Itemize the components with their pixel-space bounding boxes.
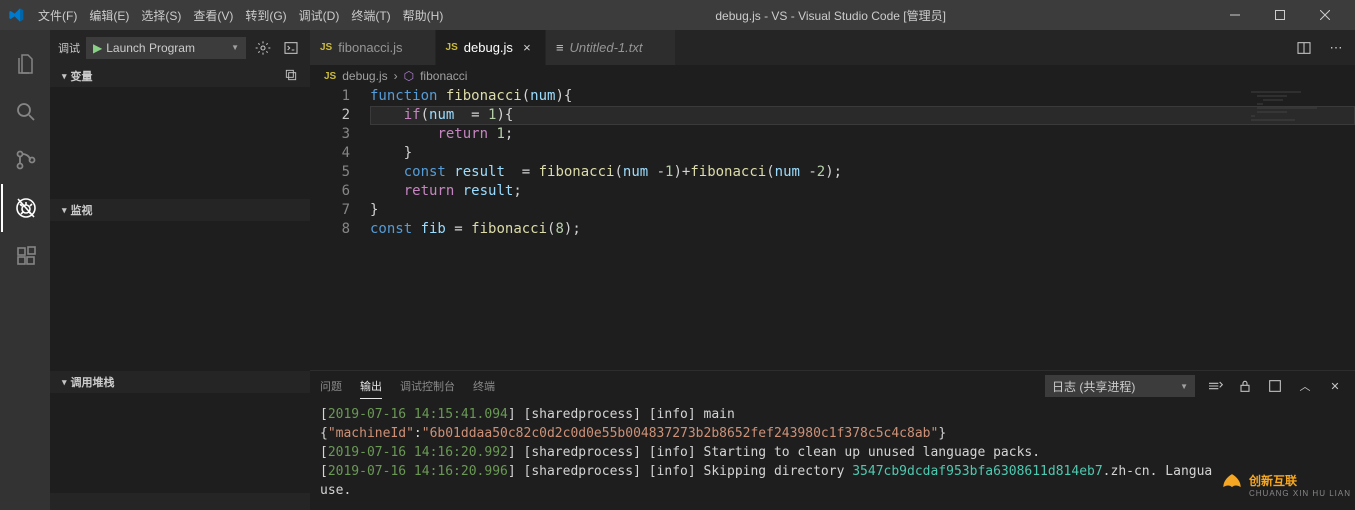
debug-toolbar: 调试 ▶ Launch Program <box>50 30 310 65</box>
code-line[interactable]: const result = fibonacci(num -1)+fibonac… <box>370 163 1355 182</box>
watch-section-header[interactable]: 监视 <box>50 199 310 221</box>
panel-tab[interactable]: 调试控制台 <box>400 374 455 399</box>
editor-tab[interactable]: JS debug.js × <box>436 30 546 65</box>
line-number[interactable]: 1 <box>310 87 350 106</box>
line-number[interactable]: 2 <box>310 106 350 125</box>
code-line[interactable]: if(num = 1){ <box>370 106 1355 125</box>
window-maximize-button[interactable] <box>1257 0 1302 30</box>
more-actions-icon[interactable]: ⋯ <box>1325 37 1347 59</box>
panel-tab[interactable]: 问题 <box>320 374 342 399</box>
output-line: {"machineId":"6b01ddaa50c82c0d2c0d0e55b0… <box>320 424 1345 443</box>
callstack-label: 调用堆栈 <box>71 374 115 390</box>
menu-item[interactable]: 文件(F) <box>32 9 83 23</box>
lock-scroll-icon[interactable] <box>1235 376 1255 396</box>
watch-body <box>50 221 310 371</box>
activity-bar <box>0 30 50 510</box>
menu-item[interactable]: 调试(D) <box>293 9 346 23</box>
breadcrumb-symbol: fibonacci <box>420 69 467 83</box>
close-tab-icon[interactable]: × <box>519 40 535 55</box>
js-file-icon: JS <box>320 42 332 53</box>
line-number[interactable]: 8 <box>310 220 350 239</box>
open-file-icon[interactable] <box>1265 376 1285 396</box>
activity-source-control-icon[interactable] <box>1 136 49 184</box>
callstack-section-header[interactable]: 调用堆栈 <box>50 371 310 393</box>
line-number[interactable]: 4 <box>310 144 350 163</box>
activity-debug-icon[interactable] <box>1 184 49 232</box>
editor-area: JS fibonacci.js ×JS debug.js × ≡ Untitled-1.tx… <box>310 30 1355 510</box>
line-number[interactable]: 5 <box>310 163 350 182</box>
editor-tabs: JS fibonacci.js ×JS debug.js × ≡ Untitled-1.tx… <box>310 30 1355 65</box>
chevron-up-icon[interactable]: ︿ <box>1295 376 1315 396</box>
window-minimize-button[interactable] <box>1212 0 1257 30</box>
line-number[interactable]: 7 <box>310 201 350 220</box>
variables-label: 变量 <box>71 68 93 84</box>
code-line[interactable]: return result; <box>370 182 1355 201</box>
bottom-panel: 问题输出调试控制台终端 日志 (共享进程) ︿ ✕ [2019-07-16 14… <box>310 370 1355 510</box>
debug-settings-icon[interactable] <box>252 37 274 59</box>
menu-item[interactable]: 编辑(E) <box>83 9 135 23</box>
breadcrumb-file: debug.js <box>342 69 387 83</box>
output-line: [2019-07-16 14:16:20.996] [sharedprocess… <box>320 462 1345 481</box>
breadcrumb-sep: › <box>394 69 398 83</box>
debug-label: 调试 <box>58 40 80 56</box>
code-line[interactable]: const fib = fibonacci(8); <box>370 220 1355 239</box>
js-file-icon: JS <box>446 42 458 53</box>
output-line: use. <box>320 481 1345 500</box>
close-panel-icon[interactable]: ✕ <box>1325 376 1345 396</box>
breadcrumb[interactable]: JS debug.js › ⬡ fibonacci <box>310 65 1355 87</box>
menu-item[interactable]: 查看(V) <box>187 9 239 23</box>
menu-item[interactable]: 帮助(H) <box>397 9 450 23</box>
code-line[interactable]: function fibonacci(num){ <box>370 87 1355 106</box>
tab-label: fibonacci.js <box>338 40 402 55</box>
editor-tab[interactable]: ≡Untitled-1.txt× <box>546 30 676 65</box>
code-line[interactable]: } <box>370 144 1355 163</box>
callstack-body <box>50 393 310 493</box>
title-bar: 文件(F)编辑(E)选择(S)查看(V)转到(G)调试(D)终端(T)帮助(H)… <box>0 0 1355 30</box>
menu-item[interactable]: 转到(G) <box>239 9 292 23</box>
panel-tab[interactable]: 输出 <box>360 374 382 399</box>
watch-label: 监视 <box>71 202 93 218</box>
activity-search-icon[interactable] <box>1 88 49 136</box>
menu-item[interactable]: 终端(T) <box>345 9 396 23</box>
line-number[interactable]: 6 <box>310 182 350 201</box>
window-close-button[interactable] <box>1302 0 1347 30</box>
window-title: debug.js - VS - Visual Studio Code [管理员] <box>449 7 1212 24</box>
tab-label: Untitled-1.txt <box>570 40 643 55</box>
start-debug-icon: ▶ <box>93 41 102 55</box>
debug-console-icon[interactable] <box>280 37 302 59</box>
split-editor-icon[interactable] <box>1293 37 1315 59</box>
launch-config-dropdown[interactable]: ▶ Launch Program <box>86 37 246 59</box>
vscode-icon <box>8 7 24 23</box>
code-line[interactable]: } <box>370 201 1355 220</box>
debug-sidebar: 调试 ▶ Launch Program 变量 监视 调用堆栈 <box>50 30 310 510</box>
activity-explorer-icon[interactable] <box>1 40 49 88</box>
clear-output-icon[interactable] <box>1205 376 1225 396</box>
output-channel-dropdown[interactable]: 日志 (共享进程) <box>1045 375 1195 397</box>
line-number[interactable]: 3 <box>310 125 350 144</box>
menu-item[interactable]: 选择(S) <box>135 9 187 23</box>
js-file-icon: JS <box>324 71 336 82</box>
editor-tab[interactable]: JSfibonacci.js× <box>310 30 436 65</box>
symbol-icon: ⬡ <box>404 69 414 83</box>
output-body[interactable]: [2019-07-16 14:15:41.094] [sharedprocess… <box>310 401 1355 510</box>
output-line: [2019-07-16 14:16:20.992] [sharedprocess… <box>320 443 1345 462</box>
text-file-icon: ≡ <box>556 40 564 55</box>
code-line[interactable]: return 1; <box>370 125 1355 144</box>
variables-section-header[interactable]: 变量 <box>50 65 310 87</box>
launch-config-name: Launch Program <box>106 41 195 55</box>
output-channel-label: 日志 (共享进程) <box>1052 378 1135 395</box>
output-line: [2019-07-16 14:15:41.094] [sharedprocess… <box>320 405 1345 424</box>
collapse-all-icon[interactable] <box>284 68 298 85</box>
activity-extensions-icon[interactable] <box>1 232 49 280</box>
panel-tab[interactable]: 终端 <box>473 374 495 399</box>
minimap[interactable] <box>1245 87 1355 370</box>
variables-body <box>50 87 310 199</box>
code-editor[interactable]: 12345678 function fibonacci(num){ if(num… <box>310 87 1355 370</box>
tab-label: debug.js <box>464 40 513 55</box>
bottom-panel-tabs: 问题输出调试控制台终端 日志 (共享进程) ︿ ✕ <box>310 371 1355 401</box>
